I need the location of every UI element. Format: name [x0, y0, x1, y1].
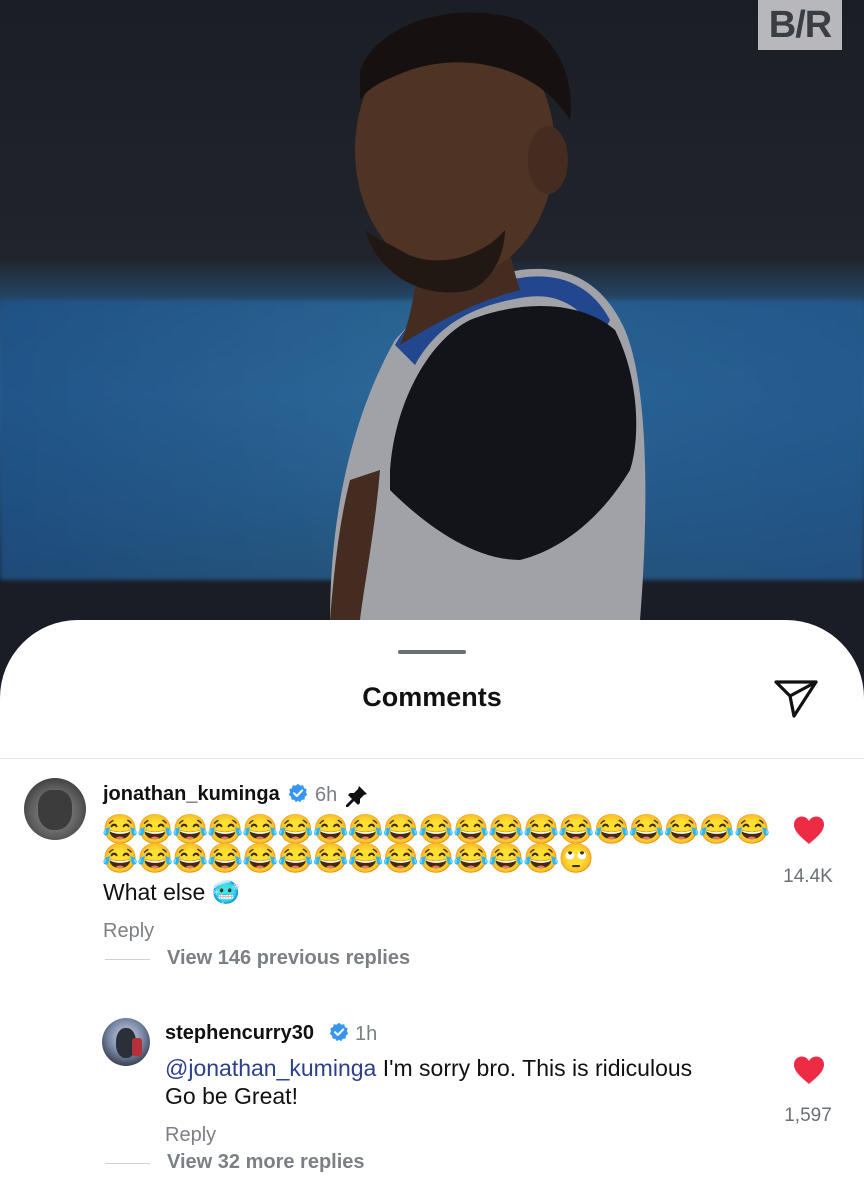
- avatar[interactable]: [102, 1018, 150, 1066]
- comment-username[interactable]: jonathan_kuminga: [103, 783, 280, 806]
- pin-icon: [346, 786, 367, 807]
- view-replies-button[interactable]: View 32 more replies: [167, 1151, 365, 1174]
- comments-title: Comments: [362, 682, 502, 712]
- comment-text-line: Go be Great!: [165, 1083, 298, 1109]
- like-count: 14.4K: [783, 866, 833, 887]
- reply-button[interactable]: Reply: [103, 920, 154, 943]
- verified-badge-icon: [288, 783, 308, 803]
- sheet-drag-handle[interactable]: [398, 650, 466, 654]
- comment-username[interactable]: stephencurry30: [165, 1022, 314, 1045]
- user-mention-link[interactable]: @jonathan_kuminga: [165, 1055, 376, 1081]
- avatar[interactable]: [24, 778, 86, 840]
- replies-divider-line: [105, 959, 150, 960]
- comment-text: What else 🥶: [103, 879, 241, 905]
- br-logo: B/R: [758, 0, 842, 50]
- comment-text-line: @jonathan_kuminga I'm sorry bro. This is…: [165, 1054, 692, 1082]
- post-background-photo: B/R: [0, 0, 864, 680]
- photo-dim-overlay: [0, 0, 864, 680]
- replies-divider-line: [105, 1163, 150, 1164]
- verified-badge-icon: [329, 1022, 349, 1042]
- comment-timestamp: 6h: [315, 784, 338, 806]
- paper-plane-icon[interactable]: [772, 676, 820, 720]
- comments-sheet: Comments: [0, 620, 864, 1200]
- heart-filled-icon[interactable]: [792, 815, 826, 845]
- view-replies-button[interactable]: View 146 previous replies: [167, 947, 410, 970]
- comment-emoji-line: 😂😂😂😂😂😂😂😂😂😂😂😂😂🙄: [102, 843, 595, 875]
- reply-button[interactable]: Reply: [165, 1124, 216, 1147]
- header-divider: [0, 758, 864, 759]
- heart-filled-icon[interactable]: [792, 1055, 826, 1085]
- comment-text: I'm sorry bro. This is ridiculous: [376, 1055, 693, 1081]
- comment-emoji-line: 😂😂😂😂😂😂😂😂😂😂😂😂😂😂😂😂😂😂😂: [102, 814, 770, 846]
- like-count: 1,597: [784, 1105, 832, 1126]
- comment-timestamp: 1h: [355, 1023, 378, 1045]
